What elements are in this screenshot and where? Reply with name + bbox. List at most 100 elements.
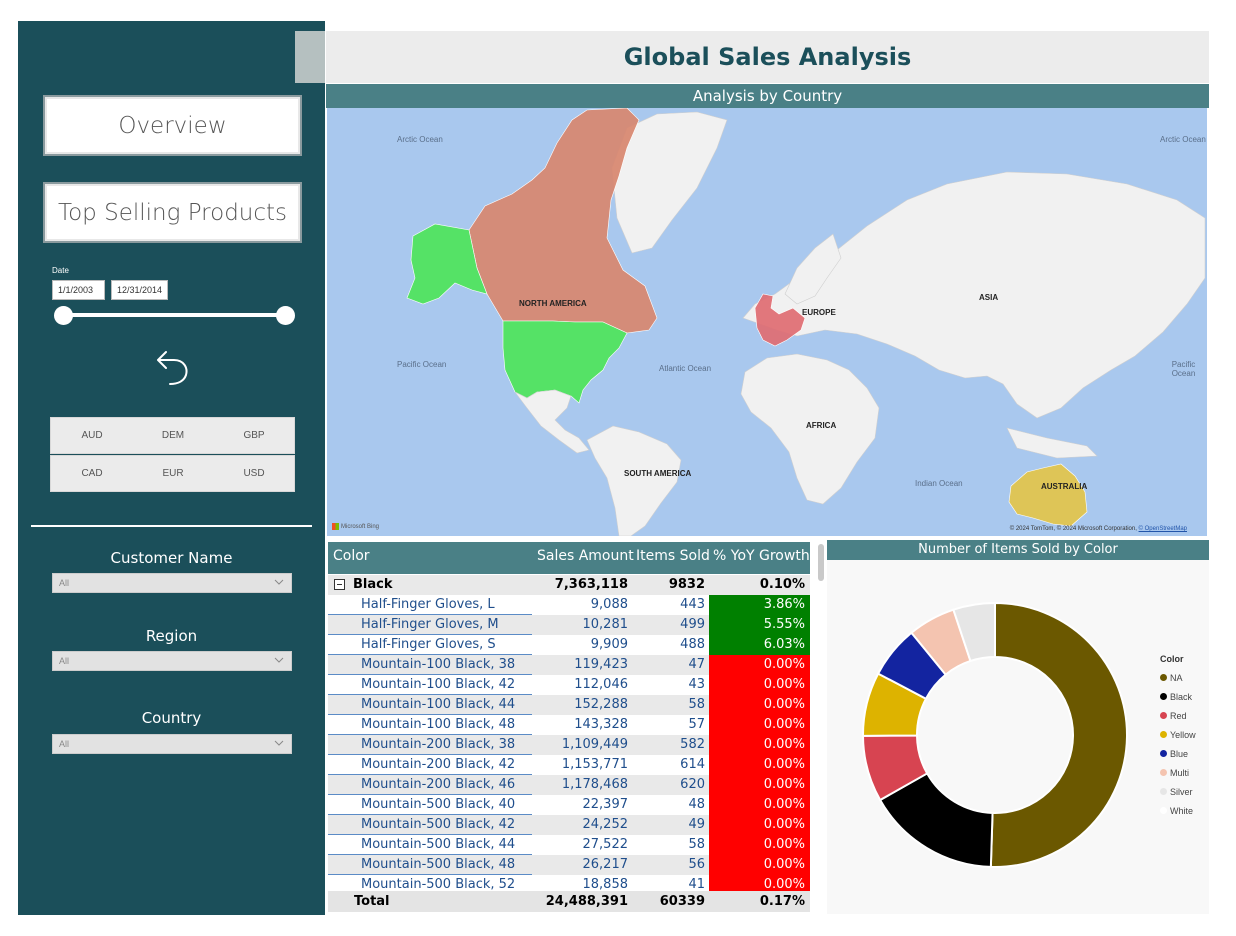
row-product-name: Half-Finger Gloves, M xyxy=(361,617,499,632)
header-color[interactable]: Color xyxy=(333,548,370,564)
legend-item-white[interactable]: White xyxy=(1160,801,1196,820)
row-product-name: Mountain-200 Black, 42 xyxy=(361,757,516,772)
map-credit-text: © 2024 TomTom, © 2024 Microsoft Corporat… xyxy=(1009,526,1137,532)
top-selling-products-button[interactable]: Top Selling Products xyxy=(43,182,302,243)
table-row[interactable]: Mountain-200 Black, 42 1,153,771 614 0.00% xyxy=(328,755,810,775)
legend-item-silver[interactable]: Silver xyxy=(1160,782,1196,801)
country-filter-title: Country xyxy=(141,709,202,727)
legend-label: Black xyxy=(1170,691,1193,702)
collapse-icon[interactable] xyxy=(334,579,345,590)
table-group-row[interactable]: Black 7,363,118 9832 0.10% xyxy=(328,575,810,595)
row-product-name: Half-Finger Gloves, S xyxy=(361,637,496,652)
legend-item-yellow[interactable]: Yellow xyxy=(1160,725,1196,744)
legend-label: Yellow xyxy=(1170,729,1196,740)
row-items: 620 xyxy=(680,777,705,792)
customer-name-dropdown[interactable]: All xyxy=(52,573,292,593)
legend-item-multi[interactable]: Multi xyxy=(1160,763,1196,782)
date-slider-end-handle[interactable] xyxy=(276,306,295,325)
map-title: Analysis by Country xyxy=(326,84,1209,108)
openstreetmap-link[interactable]: © OpenStreetMap xyxy=(1139,526,1187,532)
date-slicer-label: Date xyxy=(52,266,69,275)
usa-region[interactable] xyxy=(502,320,628,404)
row-yoy: 0.00% xyxy=(709,695,810,715)
table-row[interactable]: Half-Finger Gloves, M 10,281 499 5.55% xyxy=(328,615,810,635)
donut-title: Number of Items Sold by Color xyxy=(827,540,1209,560)
row-items: 41 xyxy=(688,877,705,892)
row-sales: 10,281 xyxy=(582,617,629,632)
legend-label: Blue xyxy=(1170,748,1189,759)
row-items: 58 xyxy=(688,837,705,852)
donut-chart[interactable] xyxy=(827,560,1157,914)
table-row[interactable]: Mountain-100 Black, 44 152,288 58 0.00% xyxy=(328,695,810,715)
table-header: Color Sales Amount Items Sold % YoY Grow… xyxy=(328,542,810,574)
header-items-sold[interactable]: Items Sold xyxy=(636,548,710,564)
row-product-name: Mountain-200 Black, 38 xyxy=(361,737,516,752)
row-yoy: 0.00% xyxy=(709,855,810,875)
arctic-ocean-label-east: Arctic Ocean xyxy=(1160,135,1206,144)
country-dropdown[interactable]: All xyxy=(52,734,292,754)
currency-usd[interactable]: USD xyxy=(224,468,284,479)
sales-map[interactable]: Arctic Ocean Arctic Ocean Pacific Ocean … xyxy=(327,108,1207,536)
row-items: 48 xyxy=(688,797,705,812)
currency-cad[interactable]: CAD xyxy=(62,468,122,479)
table-row[interactable]: Half-Finger Gloves, L 9,088 443 3.86% xyxy=(328,595,810,615)
legend-item-black[interactable]: Black xyxy=(1160,687,1196,706)
row-items: 58 xyxy=(688,697,705,712)
end-date-input[interactable]: 12/31/2014 xyxy=(111,280,168,300)
date-slider-start-handle[interactable] xyxy=(54,306,73,325)
legend-item-blue[interactable]: Blue xyxy=(1160,744,1196,763)
table-scrollbar[interactable] xyxy=(818,544,824,581)
row-product-name: Mountain-500 Black, 48 xyxy=(361,857,516,872)
row-items: 47 xyxy=(688,657,705,672)
table-row[interactable]: Mountain-100 Black, 42 112,046 43 0.00% xyxy=(328,675,810,695)
overview-button[interactable]: Overview xyxy=(43,95,302,156)
row-yoy: 0.00% xyxy=(709,815,810,835)
legend-dot xyxy=(1160,788,1167,795)
start-date-input[interactable]: 1/1/2003 xyxy=(52,280,105,300)
currency-dem[interactable]: DEM xyxy=(143,430,203,441)
south-america-label: SOUTH AMERICA xyxy=(624,469,692,478)
region-filter-title: Region xyxy=(145,627,198,645)
table-row[interactable]: Mountain-100 Black, 48 143,328 57 0.00% xyxy=(328,715,810,735)
legend-item-na[interactable]: NA xyxy=(1160,668,1196,687)
legend-label: White xyxy=(1170,805,1194,816)
table-row[interactable]: Mountain-500 Black, 42 24,252 49 0.00% xyxy=(328,815,810,835)
pacific-ocean-label-east: Pacific Ocean xyxy=(1171,360,1196,378)
donut-slice-na[interactable] xyxy=(989,601,1128,868)
total-sales: 24,488,391 xyxy=(545,894,628,909)
row-yoy: 0.00% xyxy=(709,795,810,815)
group-items: 9832 xyxy=(668,577,705,592)
table-row[interactable]: Mountain-100 Black, 38 119,423 47 0.00% xyxy=(328,655,810,675)
tab-nub xyxy=(295,31,325,83)
row-yoy: 5.55% xyxy=(709,615,810,635)
header-sales-amount[interactable]: Sales Amount xyxy=(537,548,634,564)
microsoft-logo-icon xyxy=(332,523,339,530)
date-slider-track[interactable] xyxy=(63,313,286,317)
legend-item-red[interactable]: Red xyxy=(1160,706,1196,725)
row-sales: 112,046 xyxy=(574,677,628,692)
header-yoy-growth[interactable]: % YoY Growth xyxy=(713,548,810,564)
total-label: Total xyxy=(354,894,390,909)
table-total-row: Total 24,488,391 60339 0.17% xyxy=(328,891,810,912)
report-page: Overview Top Selling Products Date 1/1/2… xyxy=(0,0,1236,936)
currency-aud[interactable]: AUD xyxy=(62,430,122,441)
table-row[interactable]: Mountain-200 Black, 46 1,178,468 620 0.00% xyxy=(328,775,810,795)
currency-gbp[interactable]: GBP xyxy=(224,430,284,441)
row-sales: 9,088 xyxy=(590,597,628,612)
row-sales: 1,178,468 xyxy=(561,777,628,792)
row-items: 443 xyxy=(680,597,705,612)
undo-icon[interactable] xyxy=(150,346,190,388)
north-america-label: NORTH AMERICA xyxy=(519,299,587,308)
table-row[interactable]: Mountain-200 Black, 38 1,109,449 582 0.00% xyxy=(328,735,810,755)
row-sales: 1,109,449 xyxy=(561,737,628,752)
currency-eur[interactable]: EUR xyxy=(143,468,203,479)
region-dropdown[interactable]: All xyxy=(52,651,292,671)
table-row[interactable]: Mountain-500 Black, 40 22,397 48 0.00% xyxy=(328,795,810,815)
legend-dot xyxy=(1160,674,1167,681)
table-row[interactable]: Half-Finger Gloves, S 9,909 488 6.03% xyxy=(328,635,810,655)
row-product-name: Mountain-100 Black, 48 xyxy=(361,717,516,732)
table-row[interactable]: Mountain-500 Black, 48 26,217 56 0.00% xyxy=(328,855,810,875)
australia-region[interactable] xyxy=(1008,463,1088,527)
africa-label: AFRICA xyxy=(806,421,837,430)
table-row[interactable]: Mountain-500 Black, 44 27,522 58 0.00% xyxy=(328,835,810,855)
